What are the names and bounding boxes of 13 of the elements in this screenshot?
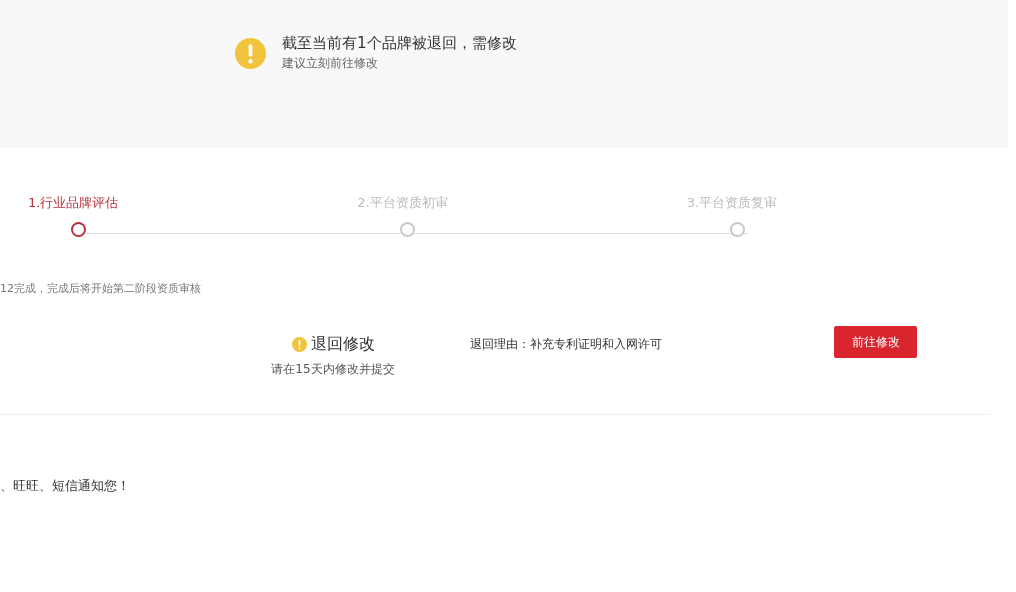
step-label: 3.平台资质复审 (686, 194, 778, 212)
alert-subtitle: 建议立刻前往修改 (282, 55, 379, 72)
modify-button[interactable]: 前往修改 (834, 326, 917, 358)
warning-icon (291, 337, 307, 352)
warning-icon (235, 38, 266, 69)
step-label: 1.行业品牌评估 (28, 194, 119, 212)
notice-text: 、旺旺、短信通知您！ (0, 477, 131, 495)
return-reason: 退回理由：补充专利证明和入网许可 (470, 336, 663, 353)
alert-title: 截至当前有1个品牌被退回，需修改 (282, 33, 517, 54)
status-title: 退回修改 (310, 334, 375, 355)
step-label: 2.平台资质初审 (357, 194, 448, 212)
deadline-text: 请在15天内修改并提交 (271, 361, 395, 378)
stage-note: 12完成，完成后将开始第二阶段资质审核 (0, 281, 202, 296)
